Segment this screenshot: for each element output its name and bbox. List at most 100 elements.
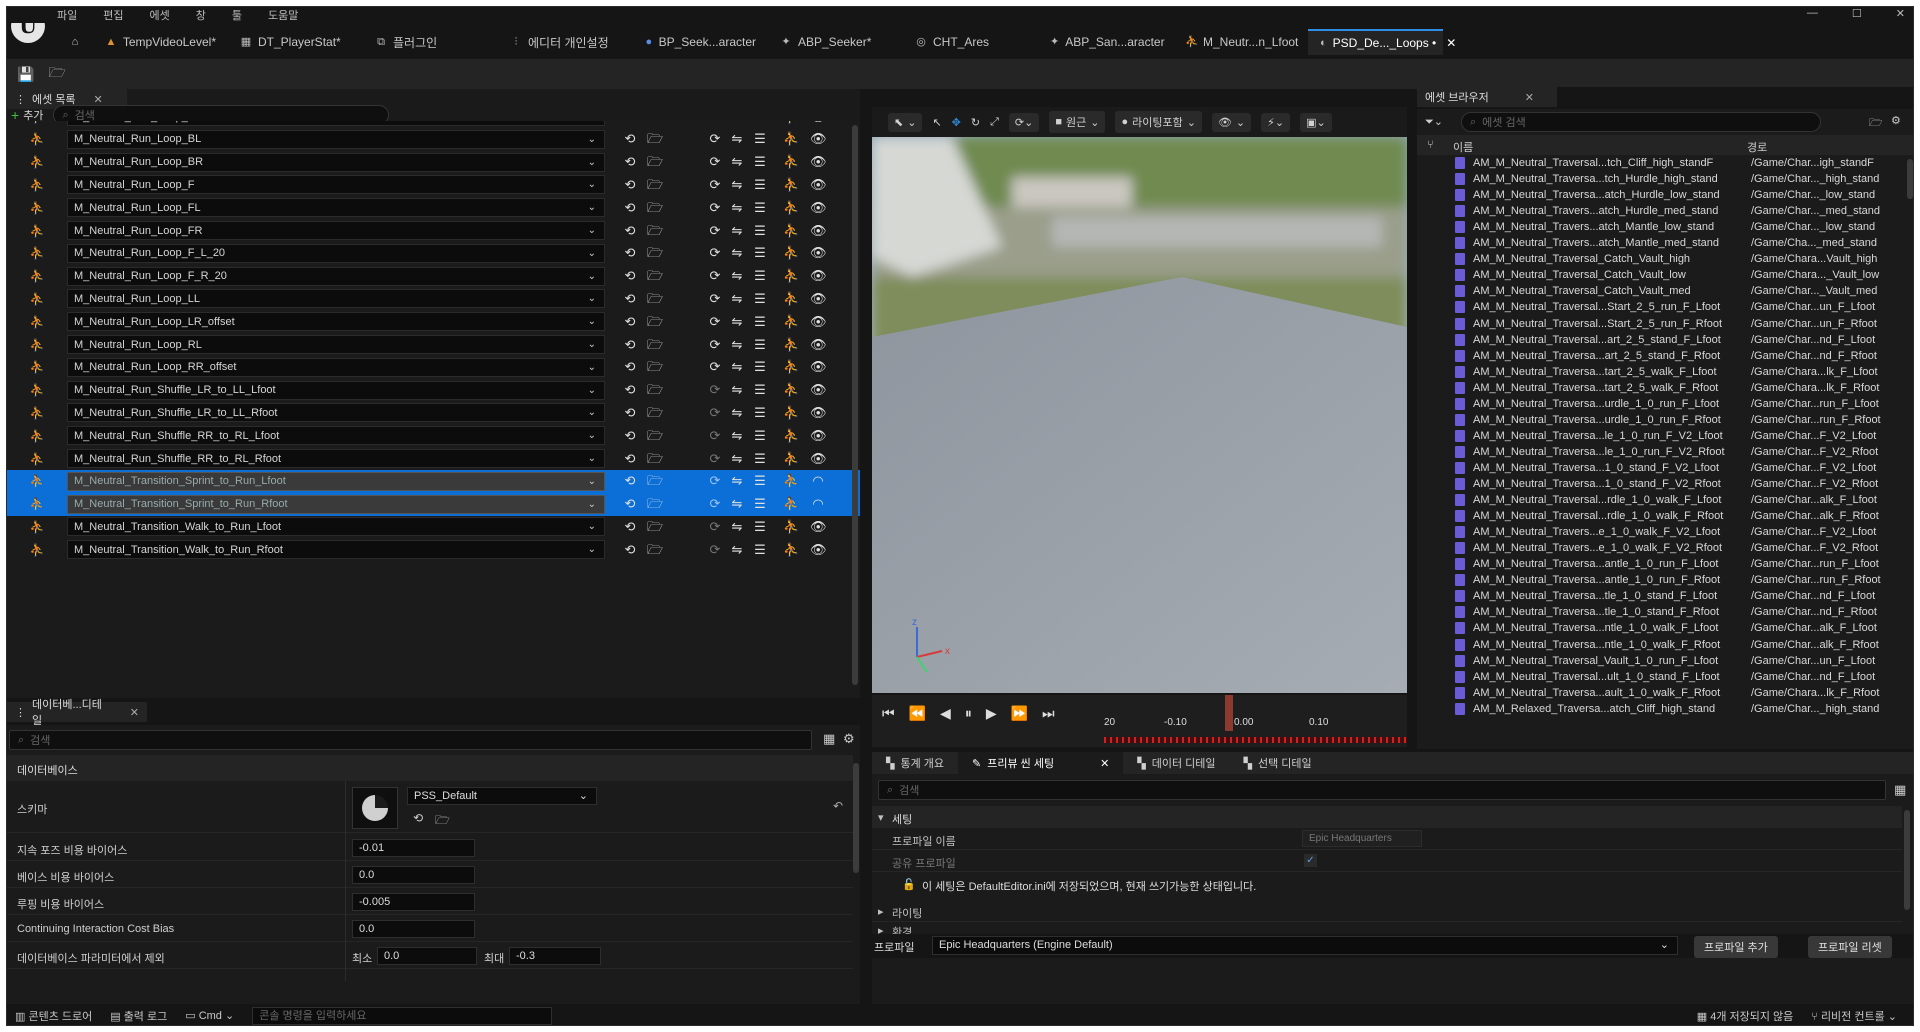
table-view-icon[interactable]: ▦ <box>823 731 835 747</box>
align-icon[interactable]: ☰ <box>752 314 768 330</box>
asset-search[interactable]: ⌕ 에셋 검색 <box>1461 112 1821 132</box>
mirror-icon[interactable]: ⇋ <box>729 451 745 467</box>
profile-name-input[interactable]: Epic Headquarters <box>1302 830 1422 847</box>
use-selected-icon[interactable]: ⟲ <box>622 542 638 558</box>
align-icon[interactable]: ☰ <box>752 200 768 216</box>
use-selected-icon[interactable]: ⟲ <box>622 428 638 444</box>
loop-icon[interactable]: ⟳ <box>707 359 723 375</box>
use-selected-icon[interactable]: ⟲ <box>622 177 638 193</box>
move-icon[interactable]: ✥ <box>952 116 961 129</box>
preview-icon[interactable]: ⛹ <box>783 428 799 444</box>
preview-icon[interactable]: ⛹ <box>783 291 799 307</box>
gear-icon[interactable]: ⚙ <box>843 731 855 747</box>
mirror-icon[interactable]: ⇋ <box>729 131 745 147</box>
align-icon[interactable]: ☰ <box>752 428 768 444</box>
browse-icon[interactable]: 🗁 <box>647 496 663 512</box>
perspective-button[interactable]: ■ 원근 ⌄ <box>1049 111 1106 133</box>
asset-dropdown[interactable]: M_Neutral_Run_Loop_FR ⌄ <box>67 221 605 240</box>
eye-icon[interactable]: 👁 <box>810 314 827 330</box>
browser-row[interactable]: AM_M_Neutral_Traversa...tart_2_5_walk_F_… <box>1417 364 1909 380</box>
browse-icon[interactable]: 🗁 <box>647 291 663 307</box>
align-icon[interactable]: ☰ <box>752 268 768 284</box>
use-selected-icon[interactable]: ⟲ <box>622 473 638 489</box>
eye-icon[interactable]: 👁 <box>810 405 827 421</box>
align-icon[interactable]: ☰ <box>752 542 768 558</box>
transform-space-button[interactable]: ⟳⌄ <box>1008 112 1040 132</box>
browser-row[interactable]: AM_M_Neutral_Traversal...ult_1_0_stand_F… <box>1417 669 1909 685</box>
play-icon[interactable]: ▶ <box>986 705 997 722</box>
eye-icon[interactable]: 👁 <box>810 154 827 170</box>
asset-dropdown[interactable]: M_Neutral_Transition_Walk_to_Run_Rfoot ⌄ <box>67 540 605 560</box>
asset-dropdown[interactable]: M_Neutral_Transition_Sprint_to_Run_Rfoot… <box>67 494 605 514</box>
browser-row[interactable]: AM_M_Neutral_Traversa...ntle_1_0_walk_F_… <box>1417 620 1909 636</box>
details-tab[interactable]: ⋮ 데이터베...디테일 ✕ <box>7 699 147 727</box>
browser-row[interactable]: AM_M_Neutral_Traversa...urdle_1_0_run_F_… <box>1417 396 1909 412</box>
eye-icon[interactable]: 👁 <box>810 519 827 535</box>
mirror-icon[interactable]: ⇋ <box>729 154 745 170</box>
browser-row[interactable]: AM_M_Neutral_Traversal_Catch_Vault_low/G… <box>1417 267 1909 283</box>
eye-icon[interactable]: 👁 <box>810 337 827 353</box>
mirror-icon[interactable]: ⇋ <box>729 200 745 216</box>
document-tab[interactable]: ⧉ 플러그인 <box>363 29 498 55</box>
close-icon[interactable]: ✕ <box>1525 91 1534 104</box>
use-selected-icon[interactable]: ⟲ <box>622 359 638 375</box>
loop-icon[interactable]: ⟳ <box>707 154 723 170</box>
menu-item[interactable]: 도움말 <box>268 7 298 23</box>
mirror-icon[interactable]: ⇋ <box>729 177 745 193</box>
mirror-icon[interactable]: ⇋ <box>729 121 745 125</box>
loop-icon[interactable]: ⟳ <box>707 473 723 489</box>
loop-icon[interactable]: ⟳ <box>707 223 723 239</box>
gear-icon[interactable]: ⚙ <box>1891 114 1901 127</box>
mirror-icon[interactable]: ⇋ <box>729 519 745 535</box>
asset-row[interactable]: ⛹ M_Neutral_Run_Loop_BR ⌄ ⟲ 🗁 ⟳ ⇋ ☰ ⛹ 👁 <box>7 151 860 174</box>
eye-icon[interactable]: 👁 <box>810 428 827 444</box>
profile-dropdown[interactable]: Epic Headquarters (Engine Default) ⌄ <box>932 936 1678 955</box>
browser-row[interactable]: AM_M_Neutral_Travers...e_1_0_walk_F_V2_R… <box>1417 540 1909 556</box>
align-icon[interactable]: ☰ <box>752 382 768 398</box>
align-icon[interactable]: ☰ <box>752 337 768 353</box>
mirror-icon[interactable]: ⇋ <box>729 314 745 330</box>
detail-field-input[interactable]: -0.005 <box>352 893 475 911</box>
browse-icon[interactable]: 🗁 <box>647 121 663 125</box>
eye-icon[interactable]: ◠ <box>810 473 826 489</box>
details-search[interactable]: ⌕ 검색 <box>9 730 812 750</box>
cmd-button[interactable]: ▭ Cmd ⌄ <box>185 1009 234 1022</box>
eye-icon[interactable]: 👁 <box>810 177 827 193</box>
asset-row[interactable]: ⛹ M_Neutral_Run_Loop_FR ⌄ ⟲ 🗁 ⟳ ⇋ ☰ ⛹ 👁 <box>7 219 860 242</box>
performance-button[interactable]: ⚡⌄ <box>1261 112 1291 132</box>
settings-search[interactable]: ⌕ 검색 <box>878 780 1886 800</box>
skip-end-icon[interactable]: ⏭ <box>1042 705 1055 722</box>
browse-icon[interactable]: 🗁 <box>435 811 450 832</box>
asset-dropdown[interactable]: M_Neutral_Run_Loop_RL ⌄ <box>67 335 605 354</box>
browser-row[interactable]: AM_M_Neutral_Traversa...ntle_1_0_walk_F_… <box>1417 637 1909 653</box>
asset-row[interactable]: ⛹ M_Neutral_Run_Shuffle_LR_to_LL_Rfoot ⌄ ⟲ 🗁… <box>7 401 860 424</box>
menu-item[interactable]: 툴 <box>232 7 242 23</box>
loop-icon[interactable]: ⟳ <box>707 131 723 147</box>
asset-dropdown[interactable]: M_Neutral_Run_Shuffle_RR_to_RL_Rfoot ⌄ <box>67 449 605 468</box>
source-icon[interactable]: ⑂ <box>1427 139 1434 151</box>
browser-row[interactable]: AM_M_Neutral_Traversa...le_1_0_run_F_V2_… <box>1417 444 1909 460</box>
document-tab[interactable]: ✦ ABP_San...aracter <box>1038 29 1173 55</box>
close-icon[interactable]: ✕ <box>1100 757 1109 770</box>
use-selected-icon[interactable]: ⟲ <box>622 268 638 284</box>
browser-row[interactable]: AM_M_Neutral_Traversal_Catch_Vault_med/G… <box>1417 283 1909 299</box>
browser-row[interactable]: AM_M_Neutral_Traversal...rdle_1_0_walk_F… <box>1417 492 1909 508</box>
rotate-icon[interactable]: ↻ <box>971 116 980 129</box>
browser-row[interactable]: AM_M_Neutral_Traversa...urdle_1_0_run_F_… <box>1417 412 1909 428</box>
loop-icon[interactable]: ⟳ <box>707 177 723 193</box>
loop-icon[interactable]: ⟳ <box>707 519 723 535</box>
preview-icon[interactable]: ⛹ <box>783 359 799 375</box>
eye-icon[interactable]: 👁 <box>810 223 827 239</box>
preview-icon[interactable]: ⛹ <box>783 314 799 330</box>
browser-row[interactable]: AM_M_Neutral_Traversa...le_1_0_run_F_V2_… <box>1417 428 1909 444</box>
browse-icon[interactable]: 🗁 <box>647 223 663 239</box>
eye-icon[interactable]: 👁 <box>810 291 827 307</box>
preview-icon[interactable]: ⛹ <box>783 223 799 239</box>
document-tab[interactable]: ◐ PSD_De..._Loops • ✕ <box>1308 29 1456 55</box>
asset-list-scrollbar[interactable] <box>852 125 858 685</box>
use-selected-icon[interactable]: ⟲ <box>622 131 638 147</box>
mirror-icon[interactable]: ⇋ <box>729 223 745 239</box>
use-selected-icon[interactable]: ⟲ <box>622 519 638 535</box>
preview-icon[interactable]: ⛹ <box>783 131 799 147</box>
asset-row[interactable]: ⛹ M_Neutral_Run_Loop_F_L_20 ⌄ ⟲ 🗁 ⟳ ⇋ ☰ ⛹ 👁 <box>7 242 860 265</box>
